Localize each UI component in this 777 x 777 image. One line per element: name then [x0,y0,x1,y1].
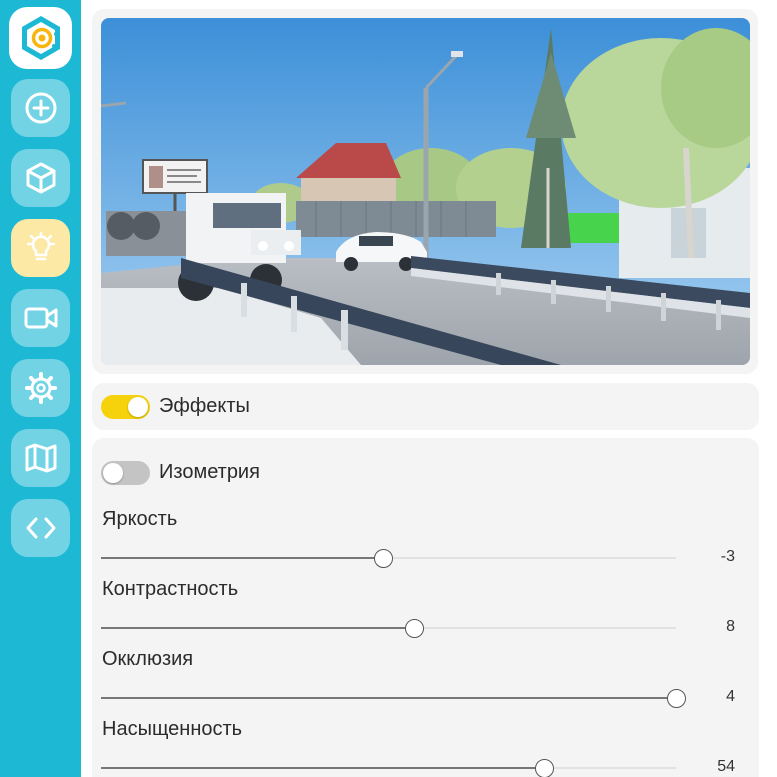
settings-button[interactable] [11,359,70,417]
contrast-slider[interactable] [101,618,676,638]
gear-icon [24,372,57,404]
saturation-value: 54 [717,758,735,775]
objects-button[interactable] [11,149,70,207]
occlusion-label: Окклюзия [102,648,194,670]
occlusion-slider[interactable] [101,688,686,708]
brightness-value: -3 [720,548,735,565]
plus-circle-icon [25,92,56,124]
slider-thumb[interactable] [667,689,686,708]
map-button[interactable] [11,429,70,487]
code-icon [26,517,55,539]
toggle-knob [103,463,123,483]
code-button[interactable] [11,499,70,557]
brightness-slider[interactable] [101,548,676,568]
brightness-label: Яркость [102,508,178,530]
lightbulb-icon [26,231,55,261]
app-logo[interactable] [9,7,72,69]
scene-preview[interactable] [101,18,750,365]
slider-thumb[interactable] [373,549,393,568]
lighting-button[interactable] [11,219,70,277]
sidebar [0,0,81,777]
slider-thumb[interactable] [534,759,554,777]
preview-card [92,9,758,374]
isometry-label: Изометрия [159,461,260,483]
effects-toggle[interactable] [101,395,150,419]
cube-icon [26,162,55,194]
toggle-knob [128,397,148,417]
add-button[interactable] [11,79,70,137]
video-camera-icon [24,307,57,329]
slider-thumb[interactable] [405,619,425,638]
saturation-slider[interactable] [101,758,676,777]
settings-card: Изометрия Яркость -3 Контрастность 8 Окк… [92,438,759,777]
saturation-label: Насыщенность [102,718,243,740]
contrast-label: Контрастность [102,578,239,600]
scene-render [101,18,750,365]
logo-icon [21,16,60,60]
camera-button[interactable] [11,289,70,347]
occlusion-value: 4 [726,688,735,705]
effects-label: Эффекты [159,395,250,417]
map-icon [25,443,56,473]
isometry-toggle[interactable] [101,461,150,485]
contrast-value: 8 [726,618,735,635]
main-panel: Эффекты Изометрия Яркость -3 Контрастнос… [81,0,777,777]
effects-card: Эффекты [92,383,759,430]
